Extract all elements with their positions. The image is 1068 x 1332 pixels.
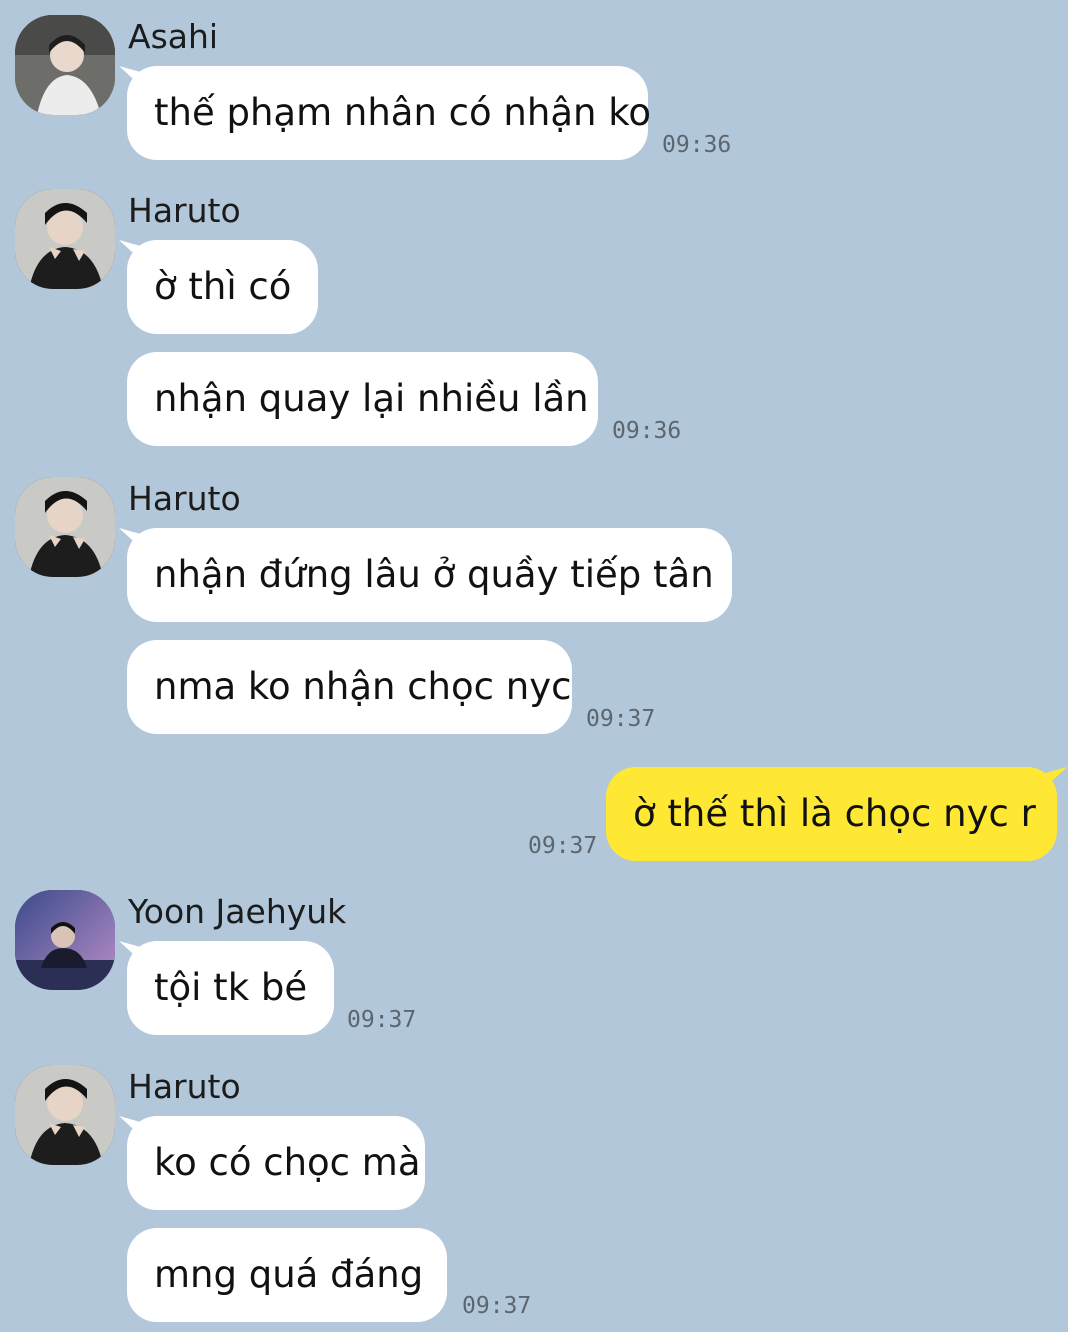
sender-name: Asahi [128, 17, 219, 56]
sender-name: Haruto [128, 191, 241, 230]
message-bubble[interactable]: ờ thì có [127, 240, 318, 334]
message-timestamp: 09:37 [528, 833, 598, 859]
sender-avatar-haruto[interactable] [15, 477, 115, 577]
message-bubble[interactable]: tội tk bé [127, 941, 334, 1035]
sender-name: Haruto [128, 479, 241, 518]
message-timestamp: 09:37 [347, 1007, 417, 1033]
message-bubble[interactable]: nhận quay lại nhiều lần [127, 352, 598, 446]
sender-avatar-haruto[interactable] [15, 189, 115, 289]
sender-avatar-jaehyuk[interactable] [15, 890, 115, 990]
my-message-bubble[interactable]: ờ thế thì là chọc nyc r [606, 767, 1057, 861]
message-timestamp: 09:37 [462, 1293, 532, 1319]
message-bubble[interactable]: ko có chọc mà [127, 1116, 425, 1210]
sender-name: Haruto [128, 1067, 241, 1106]
sender-avatar-haruto[interactable] [15, 1065, 115, 1165]
message-timestamp: 09:37 [586, 706, 656, 732]
message-timestamp: 09:36 [662, 132, 732, 158]
message-bubble[interactable]: nhận đứng lâu ở quầy tiếp tân [127, 528, 732, 622]
message-timestamp: 09:36 [612, 418, 682, 444]
sender-name: Yoon Jaehyuk [128, 892, 347, 931]
sender-avatar-asahi[interactable] [15, 15, 115, 115]
message-bubble[interactable]: thế phạm nhân có nhận ko [127, 66, 651, 160]
chat-room: Asahi thế phạm nhân có nhận ko 09:36 Har… [0, 0, 1068, 1332]
message-bubble[interactable]: mng quá đáng [127, 1228, 447, 1322]
message-bubble[interactable]: nma ko nhận chọc nyc [127, 640, 572, 734]
